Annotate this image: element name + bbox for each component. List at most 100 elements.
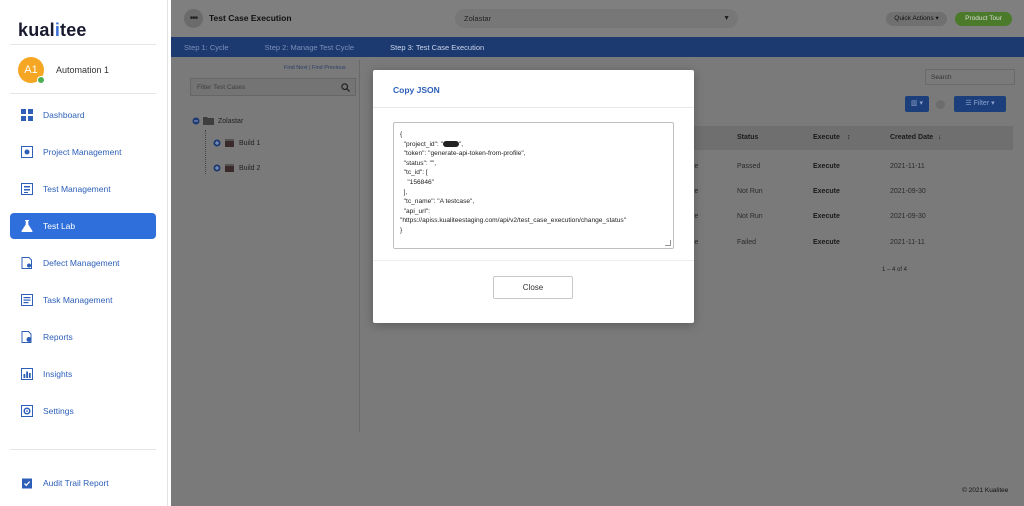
sidebar-nav: Dashboard Project Management Test Manage…	[10, 102, 156, 435]
audit-trail-label: Audit Trail Report	[43, 478, 109, 488]
column-header-execute[interactable]: Execute	[813, 134, 840, 141]
row-created-date: 2021-09-30	[890, 188, 926, 195]
row-status: Not Run	[737, 213, 763, 220]
tree-root-zolastar[interactable]: Zolastar	[192, 116, 243, 127]
sidebar-item-label: Reports	[43, 332, 73, 342]
quick-actions-button[interactable]: Quick Actions ▾	[886, 12, 947, 26]
expand-icon[interactable]	[213, 164, 221, 174]
filter-test-cases-input[interactable]: Filter Test Cases	[190, 78, 356, 96]
task-icon	[21, 294, 33, 306]
filter-icon: ☰	[965, 100, 972, 107]
modal-footer-divider	[373, 260, 694, 261]
sidebar-item-label: Dashboard	[43, 110, 85, 120]
sidebar-item-label: Defect Management	[43, 258, 120, 268]
online-status-dot	[37, 76, 45, 84]
sidebar-item-label: Task Management	[43, 295, 113, 305]
row-status: Failed	[737, 239, 757, 246]
test-case-tree-panel: Find Next | Find Previous Filter Test Ca…	[187, 60, 359, 432]
sort-icon[interactable]: ↕	[847, 134, 851, 141]
search-icon[interactable]	[341, 82, 350, 99]
sidebar-item-dashboard[interactable]: Dashboard	[10, 102, 156, 128]
user-profile[interactable]: A1 Automation 1	[18, 57, 109, 84]
row-created-date: 2021-11-11	[890, 163, 925, 170]
column-header-status[interactable]: Status	[737, 134, 758, 141]
sidebar-item-label: Settings	[43, 406, 74, 416]
sidebar-item-task-management[interactable]: Task Management	[10, 287, 156, 313]
sidebar-item-defect-management[interactable]: Defect Management	[10, 250, 156, 276]
step-manage-test-cycle[interactable]: Step 2: Manage Test Cycle	[265, 43, 355, 52]
project-select[interactable]: Zolastar ▼	[455, 9, 738, 28]
sidebar-item-reports[interactable]: Reports	[10, 324, 156, 350]
filter-placeholder: Filter Test Cases	[197, 84, 246, 91]
close-button[interactable]: Close	[493, 276, 573, 299]
pagination-info: 1 – 4 of 4	[882, 267, 908, 273]
json-line: "token": "generate-api-token-from-profil…	[400, 150, 526, 158]
sidebar-item-insights[interactable]: Insights	[10, 361, 156, 387]
tree-root-label: Zolastar	[218, 118, 244, 125]
modal-divider	[373, 107, 694, 108]
dashboard-icon	[21, 109, 33, 121]
project-icon	[21, 146, 33, 158]
json-line: "api_url":	[400, 207, 430, 215]
find-separator: |	[309, 65, 311, 71]
step-cycle[interactable]: Step 1: Cycle	[184, 43, 229, 52]
sidebar-item-audit-trail-report[interactable]: Audit Trail Report	[10, 470, 156, 496]
row-execute-link[interactable]: Execute	[813, 239, 840, 246]
tree-node-label: Build 2	[239, 165, 261, 172]
avatar[interactable]: A1	[18, 57, 45, 84]
sidebar-item-test-management[interactable]: Test Management	[10, 176, 156, 202]
json-line: "tc_name": "A testcase",	[400, 198, 475, 206]
sort-down-icon[interactable]: ↓	[938, 134, 942, 141]
sidebar-divider	[10, 93, 156, 94]
row-execute-link[interactable]: Execute	[813, 188, 840, 195]
page-title: Test Case Execution	[209, 13, 292, 23]
row-status: Not Run	[737, 188, 763, 195]
json-line: "https://apiss.kualiteestaging.com/api/v…	[400, 217, 627, 225]
json-line: }	[400, 226, 403, 234]
columns-toggle-button[interactable]: ▥ ▾	[905, 96, 929, 112]
json-line: ",	[458, 140, 464, 148]
sidebar-item-label: Project Management	[43, 147, 122, 157]
find-next-link[interactable]: Find Next	[284, 65, 308, 71]
row-execute-link[interactable]: Execute	[813, 213, 840, 220]
scroll-arrow-icon[interactable]	[936, 100, 945, 109]
row-created-date: 2021-11-11	[890, 239, 925, 246]
sidebar-item-test-lab[interactable]: Test Lab	[10, 213, 156, 239]
audit-clipboard-icon	[21, 477, 33, 489]
find-previous-link[interactable]: Find Previous	[312, 65, 346, 71]
sidebar-divider	[10, 44, 156, 45]
sidebar-item-settings[interactable]: Settings	[10, 398, 156, 424]
search-input[interactable]: Search	[925, 69, 1015, 85]
caret-down-icon: ▾	[935, 15, 939, 22]
sidebar-divider	[10, 449, 156, 450]
logo-text-suffix: tee	[60, 20, 87, 40]
find-links: Find Next | Find Previous	[284, 65, 346, 71]
row-execute-link[interactable]: Execute	[813, 163, 840, 170]
tree-node-build-2[interactable]: Build 2	[213, 163, 260, 174]
filter-label: Filter	[973, 100, 990, 107]
row-status: Passed	[737, 163, 761, 170]
json-line: ],	[400, 188, 408, 196]
resize-handle-icon[interactable]	[665, 240, 671, 246]
json-textarea[interactable]: { "project_id": " ", "token": "generate-a…	[393, 122, 674, 249]
json-line: "156846"	[400, 178, 435, 186]
sidebar-item-label: Test Management	[43, 184, 111, 194]
logo-text-prefix: kual	[18, 20, 55, 40]
expand-icon[interactable]	[213, 139, 221, 149]
more-menu-icon[interactable]: •••	[184, 9, 203, 28]
product-tour-button[interactable]: Product Tour	[955, 12, 1012, 26]
defect-icon	[21, 257, 33, 269]
panel-divider	[359, 60, 360, 432]
collapse-icon[interactable]	[192, 117, 200, 127]
quick-actions-label: Quick Actions	[894, 15, 934, 22]
sidebar-item-project-management[interactable]: Project Management	[10, 139, 156, 165]
tree-node-label: Build 1	[239, 140, 261, 147]
tree-node-build-1[interactable]: Build 1	[213, 138, 260, 149]
kualitee-logo[interactable]: kualitee	[18, 20, 87, 41]
test-management-icon	[21, 183, 33, 195]
column-header-created-date[interactable]: Created Date	[890, 134, 933, 141]
filter-button[interactable]: ☰ Filter ▾	[954, 96, 1006, 112]
modal-title: Copy JSON	[393, 85, 440, 95]
top-bar: ••• Test Case Execution Zolastar ▼ Quick…	[171, 0, 1024, 37]
step-test-case-execution[interactable]: Step 3: Test Case Execution	[390, 43, 484, 52]
